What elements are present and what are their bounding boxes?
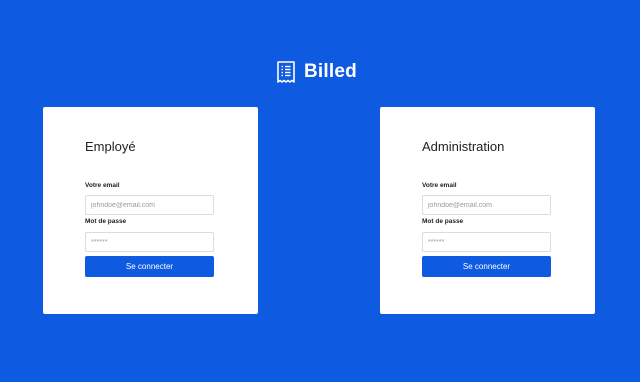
employee-login-card: Employé Votre email Mot de passe Se conn… <box>43 107 258 314</box>
employee-card-title: Employé <box>85 139 136 154</box>
admin-email-label: Votre email <box>422 182 457 189</box>
brand-header: Billed <box>276 59 357 85</box>
admin-login-card: Administration Votre email Mot de passe … <box>380 107 595 314</box>
employee-login-button[interactable]: Se connecter <box>85 256 214 277</box>
admin-login-button[interactable]: Se connecter <box>422 256 551 277</box>
bill-receipt-icon <box>276 61 296 83</box>
brand-name: Billed <box>304 61 357 82</box>
admin-password-input[interactable] <box>422 232 551 252</box>
admin-card-title: Administration <box>422 139 505 154</box>
employee-password-input[interactable] <box>85 232 214 252</box>
admin-email-input[interactable] <box>422 195 551 215</box>
employee-email-input[interactable] <box>85 195 214 215</box>
employee-password-label: Mot de passe <box>85 218 127 225</box>
admin-password-label: Mot de passe <box>422 218 464 225</box>
employee-email-label: Votre email <box>85 182 120 189</box>
